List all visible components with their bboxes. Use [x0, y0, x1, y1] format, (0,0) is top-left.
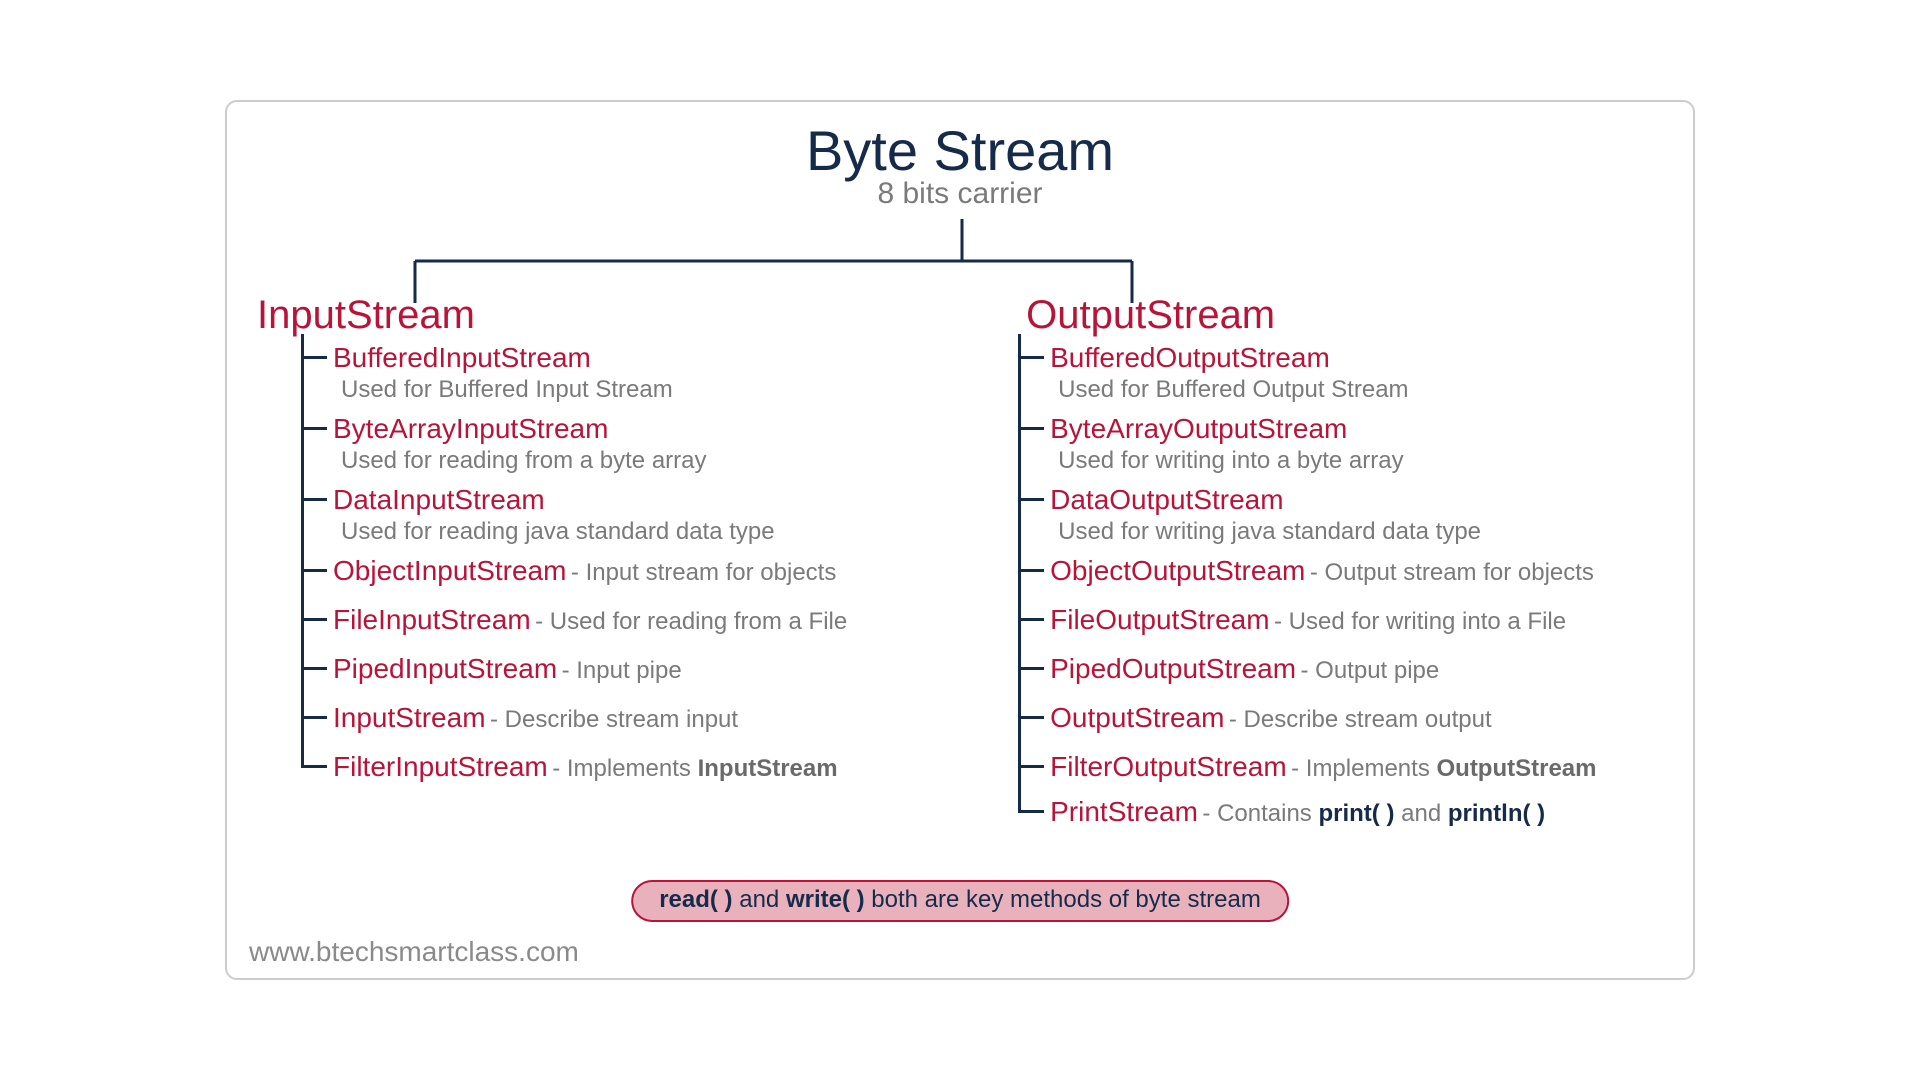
diagram-title: Byte Stream	[257, 118, 1663, 183]
item-dataoutputstream: DataOutputStream Used for writing java s…	[1050, 482, 1663, 547]
method-write: write( )	[786, 886, 865, 913]
class-name: BufferedOutputStream	[1050, 342, 1330, 373]
tree-outputstream: BufferedOutputStream Used for Buffered O…	[998, 340, 1663, 829]
class-desc: - Implements OutputStream	[1291, 755, 1596, 782]
footer-note: read( ) and write( ) both are key method…	[631, 880, 1289, 922]
class-name: FileInputStream	[333, 604, 531, 635]
class-name: ByteArrayOutputStream	[1050, 413, 1347, 444]
item-filteroutputstream: FilterOutputStream - Implements OutputSt…	[1050, 749, 1663, 784]
diagram-subtitle: 8 bits carrier	[257, 177, 1663, 211]
class-desc: Used for Buffered Output Stream	[1050, 376, 1408, 403]
item-bytearrayoutputstream: ByteArrayOutputStream Used for writing i…	[1050, 411, 1663, 476]
item-pipedinputstream: PipedInputStream - Input pipe	[333, 651, 932, 686]
class-desc: - Used for reading from a File	[535, 608, 847, 635]
item-filterinputstream: FilterInputStream - Implements InputStre…	[333, 749, 932, 784]
class-desc: - Input pipe	[562, 657, 682, 684]
diagram-card: Byte Stream 8 bits carrier InputStream B…	[225, 100, 1695, 980]
class-name: FilterOutputStream	[1050, 751, 1287, 782]
columns: InputStream BufferedInputStream Used for…	[257, 293, 1663, 835]
class-name: FileOutputStream	[1050, 604, 1269, 635]
class-desc: Used for Buffered Input Stream	[333, 376, 673, 403]
item-bufferedoutputstream: BufferedOutputStream Used for Buffered O…	[1050, 340, 1663, 405]
column-inputstream: InputStream BufferedInputStream Used for…	[257, 293, 932, 835]
class-desc: - Output pipe	[1301, 657, 1440, 684]
item-inputstream: InputStream - Describe stream input	[333, 700, 932, 735]
item-bufferedinputstream: BufferedInputStream Used for Buffered In…	[333, 340, 932, 405]
item-bytearrayinputstream: ByteArrayInputStream Used for reading fr…	[333, 411, 932, 476]
item-objectoutputstream: ObjectOutputStream - Output stream for o…	[1050, 553, 1663, 588]
class-desc: Used for writing into a byte array	[1050, 447, 1403, 474]
site-url: www.btechsmartclass.com	[249, 936, 579, 968]
class-desc: Used for reading java standard data type	[333, 518, 775, 545]
class-name: InputStream	[333, 702, 486, 733]
item-fileinputstream: FileInputStream - Used for reading from …	[333, 602, 932, 637]
item-printstream: PrintStream - Contains print( ) and prin…	[1050, 794, 1663, 829]
item-outputstream: OutputStream - Describe stream output	[1050, 700, 1663, 735]
item-pipedoutputstream: PipedOutputStream - Output pipe	[1050, 651, 1663, 686]
class-name: PipedOutputStream	[1050, 653, 1296, 684]
item-fileoutputstream: FileOutputStream - Used for writing into…	[1050, 602, 1663, 637]
class-name: ObjectOutputStream	[1050, 555, 1305, 586]
class-desc: Used for writing java standard data type	[1050, 518, 1481, 545]
class-desc: - Implements InputStream	[552, 755, 837, 782]
class-name: DataInputStream	[333, 484, 545, 515]
item-objectinputstream: ObjectInputStream - Input stream for obj…	[333, 553, 932, 588]
class-name: ByteArrayInputStream	[333, 413, 608, 444]
class-desc: - Output stream for objects	[1310, 559, 1594, 586]
class-desc: - Contains print( ) and println( )	[1202, 800, 1545, 827]
class-name: PrintStream	[1050, 796, 1198, 827]
class-desc: - Used for writing into a File	[1274, 608, 1566, 635]
class-name: PipedInputStream	[333, 653, 557, 684]
method-read: read( )	[659, 886, 732, 913]
class-name: FilterInputStream	[333, 751, 548, 782]
class-name: BufferedInputStream	[333, 342, 591, 373]
item-datainputstream: DataInputStream Used for reading java st…	[333, 482, 932, 547]
class-desc: Used for reading from a byte array	[333, 447, 707, 474]
class-desc: - Input stream for objects	[571, 559, 836, 586]
tree-inputstream: BufferedInputStream Used for Buffered In…	[281, 340, 932, 784]
class-name: ObjectInputStream	[333, 555, 566, 586]
class-name: OutputStream	[1050, 702, 1224, 733]
class-desc: - Describe stream input	[490, 706, 738, 733]
class-desc: - Describe stream output	[1229, 706, 1492, 733]
column-outputstream: OutputStream BufferedOutputStream Used f…	[988, 293, 1663, 835]
class-name: DataOutputStream	[1050, 484, 1283, 515]
connector	[257, 215, 1663, 305]
